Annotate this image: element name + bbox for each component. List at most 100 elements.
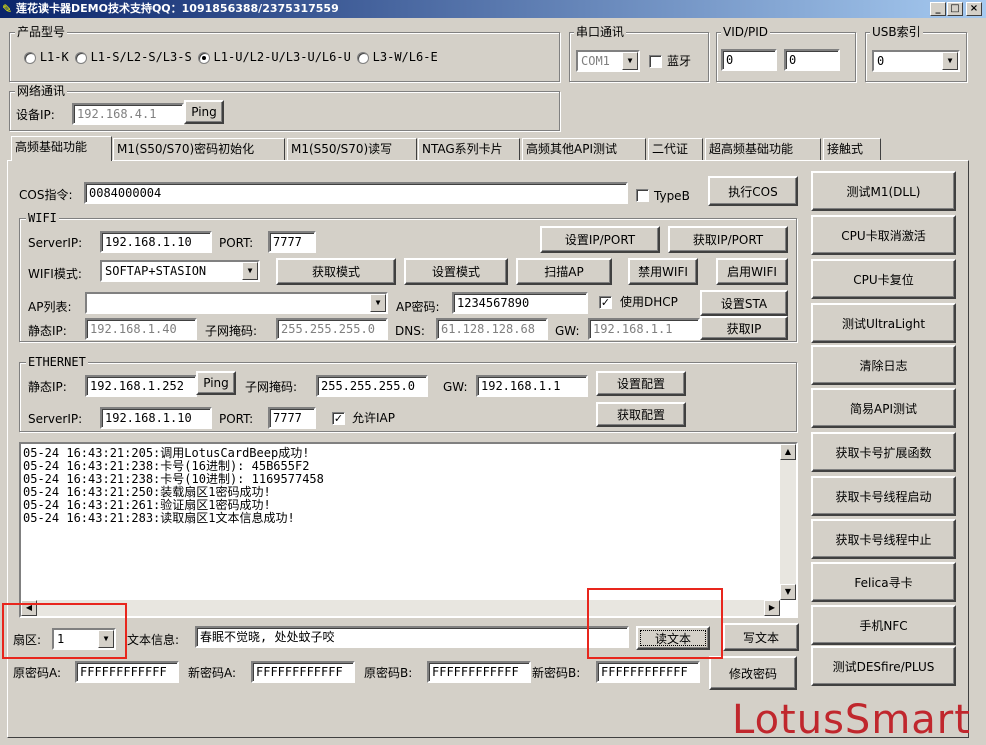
tab-ntag[interactable]: NTAG系列卡片 [418,138,520,160]
product-radio-2[interactable]: L1-U/L2-U/L3-U/L6-U [197,50,351,64]
eth-port-input[interactable]: 7777 [268,407,316,429]
set-ip-port-button[interactable]: 设置IP/PORT [540,226,660,253]
scroll-down-icon[interactable]: ▼ [780,584,796,600]
tab-basic-hf[interactable]: 高频基础功能 [11,136,112,161]
get-ip-port-button[interactable]: 获取IP/PORT [668,226,788,253]
get-ip-button[interactable]: 获取IP [700,316,788,340]
change-password-button[interactable]: 修改密码 [709,656,797,690]
sector-highlight-box [2,603,127,659]
product-group-label: 产品型号 [15,25,68,39]
tab-contact[interactable]: 接触式 [823,138,881,160]
card-thread-stop-button[interactable]: 获取卡号线程中止 [811,519,956,559]
dhcp-label: 使用DHCP [620,295,678,309]
chevron-down-icon[interactable]: ▼ [942,52,958,70]
chevron-down-icon[interactable]: ▼ [242,262,258,280]
scroll-up-icon[interactable]: ▲ [780,444,796,460]
product-radio-3[interactable]: L3-W/L6-E [356,50,438,64]
maximize-button[interactable]: □ [947,2,963,16]
simple-api-test-button[interactable]: 简易API测试 [811,388,956,428]
device-ip-label: 设备IP: [16,108,55,122]
set-sta-button[interactable]: 设置STA [700,290,788,316]
typeb-label: TypeB [654,189,690,203]
new-password-b-label: 新密码B: [532,666,581,680]
app-icon: ✎ [2,2,13,16]
cpu-deactivate-button[interactable]: CPU卡取消激活 [811,215,956,255]
eth-ping-button[interactable]: Ping [196,371,236,395]
tab-uhf[interactable]: 超高频基础功能 [705,138,821,160]
cos-input[interactable]: 0084000004 [84,182,628,204]
felica-search-button[interactable]: Felica寻卡 [811,562,956,602]
eth-static-ip-input[interactable]: 192.168.1.252 [85,375,197,397]
log-line: 05-24 16:43:21:283:读取扇区1文本信息成功! [23,511,295,525]
usb-index-select[interactable]: 0 ▼ [872,50,960,72]
eth-static-ip-label: 静态IP: [28,380,67,394]
scroll-right-icon[interactable]: ▶ [764,600,780,616]
eth-server-ip-input[interactable]: 192.168.1.10 [100,407,212,429]
card-thread-start-button[interactable]: 获取卡号线程启动 [811,476,956,516]
ap-list-select[interactable]: ▼ [85,292,388,314]
eth-server-ip-label: ServerIP: [28,412,83,426]
product-radio-0[interactable]: L1-K [24,50,69,64]
product-radio-1[interactable]: L1-S/L2-S/L3-S [74,50,192,64]
vertical-scrollbar[interactable] [780,444,796,600]
wifi-mode-label: WIFI模式: [28,267,82,281]
vid-input[interactable]: 0 [721,49,777,71]
wifi-gw-input[interactable]: 192.168.1.1 [588,318,700,340]
text-info-input[interactable]: 春眠不觉晓, 处处蚊子咬 [195,626,629,648]
eth-gw-input[interactable]: 192.168.1.1 [476,375,588,397]
ap-password-label: AP密码: [396,300,440,314]
get-card-ext-button[interactable]: 获取卡号扩展函数 [811,432,956,472]
wifi-server-ip-label: ServerIP: [28,236,83,250]
wifi-port-label: PORT: [219,236,254,250]
typeb-checkbox[interactable] [636,189,649,202]
wifi-server-ip-input[interactable]: 192.168.1.10 [100,231,212,253]
write-text-button[interactable]: 写文本 [723,623,799,651]
iap-checkbox[interactable]: ✓ [332,412,345,425]
exec-cos-button[interactable]: 执行COS [708,176,798,206]
clear-log-button[interactable]: 清除日志 [811,345,956,385]
wifi-mask-input[interactable]: 255.255.255.0 [276,318,388,340]
com-port-select[interactable]: COM1 ▼ [576,50,640,72]
ap-password-input[interactable]: 1234567890 [452,292,588,314]
tab-id-card[interactable]: 二代证 [648,138,703,160]
wifi-dns-input[interactable]: 61.128.128.68 [436,318,548,340]
test-desfire-button[interactable]: 测试DESfire/PLUS [811,646,956,686]
disable-wifi-button[interactable]: 禁用WIFI [628,258,698,285]
get-mode-button[interactable]: 获取模式 [276,258,396,285]
radio-icon [74,51,87,64]
tab-other-api[interactable]: 高频其他API测试 [522,138,646,160]
chevron-down-icon[interactable]: ▼ [370,294,386,312]
dhcp-checkbox[interactable]: ✓ [599,296,612,309]
bluetooth-label: 蓝牙 [667,54,692,68]
pid-input[interactable]: 0 [784,49,840,71]
wifi-mode-select[interactable]: SOFTAP+STASION ▼ [100,260,260,282]
tab-m1-init[interactable]: M1(S50/S70)密码初始化 [113,138,285,160]
test-m1-dll-button[interactable]: 测试M1(DLL) [811,171,956,211]
new-password-a-input[interactable]: FFFFFFFFFFFF [251,661,355,683]
wifi-port-input[interactable]: 7777 [268,231,316,253]
eth-gw-label: GW: [443,380,468,394]
set-config-button[interactable]: 设置配置 [596,371,686,396]
close-button[interactable]: × [966,2,982,16]
read-text-highlight-box [587,588,723,659]
old-password-b-input[interactable]: FFFFFFFFFFFF [427,661,531,683]
wifi-gw-label: GW: [555,324,580,338]
chevron-down-icon[interactable]: ▼ [622,52,638,70]
eth-mask-input[interactable]: 255.255.255.0 [316,375,428,397]
set-mode-button[interactable]: 设置模式 [404,258,508,285]
cpu-reset-button[interactable]: CPU卡复位 [811,259,956,299]
tab-m1-rw[interactable]: M1(S50/S70)读写 [287,138,417,160]
old-password-a-input[interactable]: FFFFFFFFFFFF [75,661,179,683]
scan-ap-button[interactable]: 扫描AP [516,258,612,285]
new-password-b-input[interactable]: FFFFFFFFFFFF [596,661,700,683]
network-ping-button[interactable]: Ping [184,100,224,124]
minimize-button[interactable]: _ [930,2,946,16]
phone-nfc-button[interactable]: 手机NFC [811,605,956,645]
bluetooth-checkbox[interactable] [649,55,662,68]
wifi-static-ip-input[interactable]: 192.168.1.40 [85,318,197,340]
test-ultralight-button[interactable]: 测试UltraLight [811,303,956,343]
device-ip-input[interactable]: 192.168.4.1 [72,103,184,125]
radio-icon [24,51,36,64]
get-config-button[interactable]: 获取配置 [596,402,686,427]
enable-wifi-button[interactable]: 启用WIFI [716,258,788,285]
